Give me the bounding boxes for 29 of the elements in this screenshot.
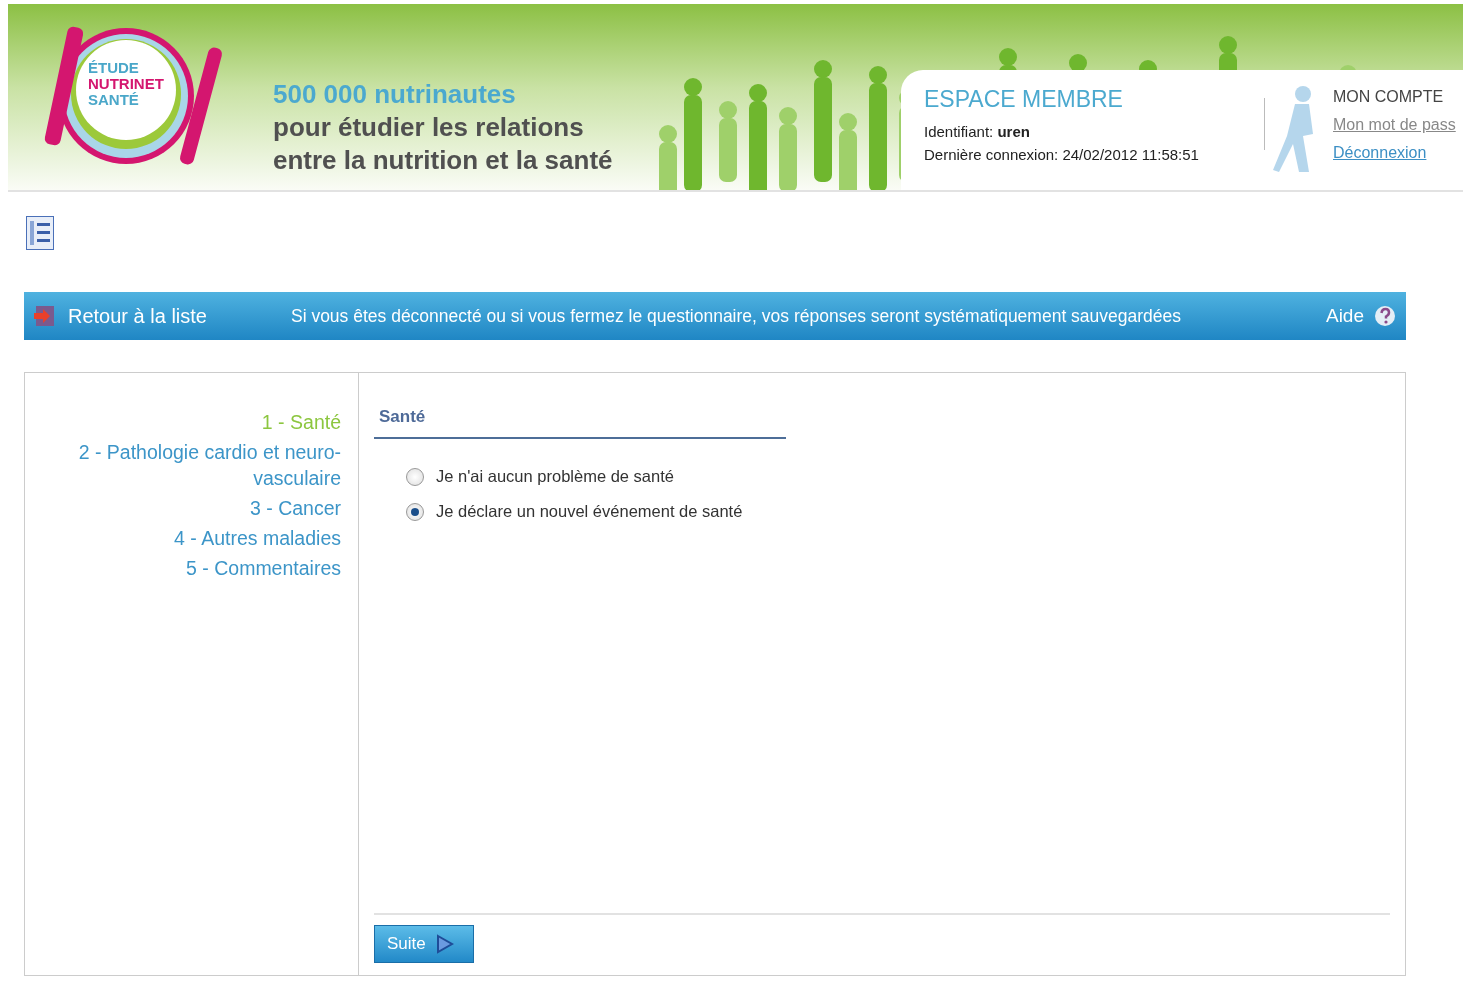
- question-title: Santé: [374, 407, 786, 439]
- autosave-notice: Si vous êtes déconnecté ou si vous fermez le questionnaire, vos réponses seront systématiquement sauvegardées: [290, 305, 1182, 327]
- logo-text: ÉTUDE: [88, 60, 140, 76]
- logo-text: SANTÉ: [88, 92, 140, 108]
- account-link[interactable]: Déconnexion: [1333, 144, 1456, 162]
- tagline-highlight: 500 000 nutrinautes: [273, 78, 517, 111]
- tagline-text: pour étudier les relations: [273, 111, 585, 144]
- option-label[interactable]: Je déclare un nouvel événement de santé: [436, 502, 743, 521]
- section-link[interactable]: 4 - Autres maladies: [51, 525, 341, 551]
- radio-button[interactable]: [406, 467, 424, 486]
- last-login-text: Dernière connexion: 24/02/2012 11:58:51: [924, 146, 1200, 163]
- play-arrow-icon: [435, 934, 454, 954]
- radio-button[interactable]: [406, 502, 424, 521]
- section-link[interactable]: 2 - Pathologie cardio et neuro-vasculaire: [51, 439, 341, 491]
- option-label[interactable]: Je n'ai aucun problème de santé: [436, 467, 674, 486]
- next-button[interactable]: Suite: [374, 925, 474, 963]
- identifier-text: Identifiant: uren: [924, 123, 1031, 140]
- section-link[interactable]: 5 - Commentaires: [51, 555, 341, 581]
- section-link[interactable]: 1 - Santé: [51, 409, 341, 435]
- logo-text: NUTRINET: [88, 76, 164, 92]
- account-link[interactable]: Mon mot de pass: [1333, 116, 1456, 134]
- help-link[interactable]: Aide: [1325, 305, 1396, 327]
- back-to-list-link[interactable]: Retour à la liste: [34, 304, 207, 328]
- account-title: MON COMPTE: [1333, 88, 1445, 106]
- numbered-list-icon[interactable]: [26, 216, 54, 250]
- tagline-text: entre la nutrition et la santé: [273, 144, 614, 177]
- section-link[interactable]: 3 - Cancer: [51, 495, 341, 521]
- help-icon: [1374, 305, 1396, 327]
- member-area-title: ESPACE MEMBRE: [924, 86, 1124, 113]
